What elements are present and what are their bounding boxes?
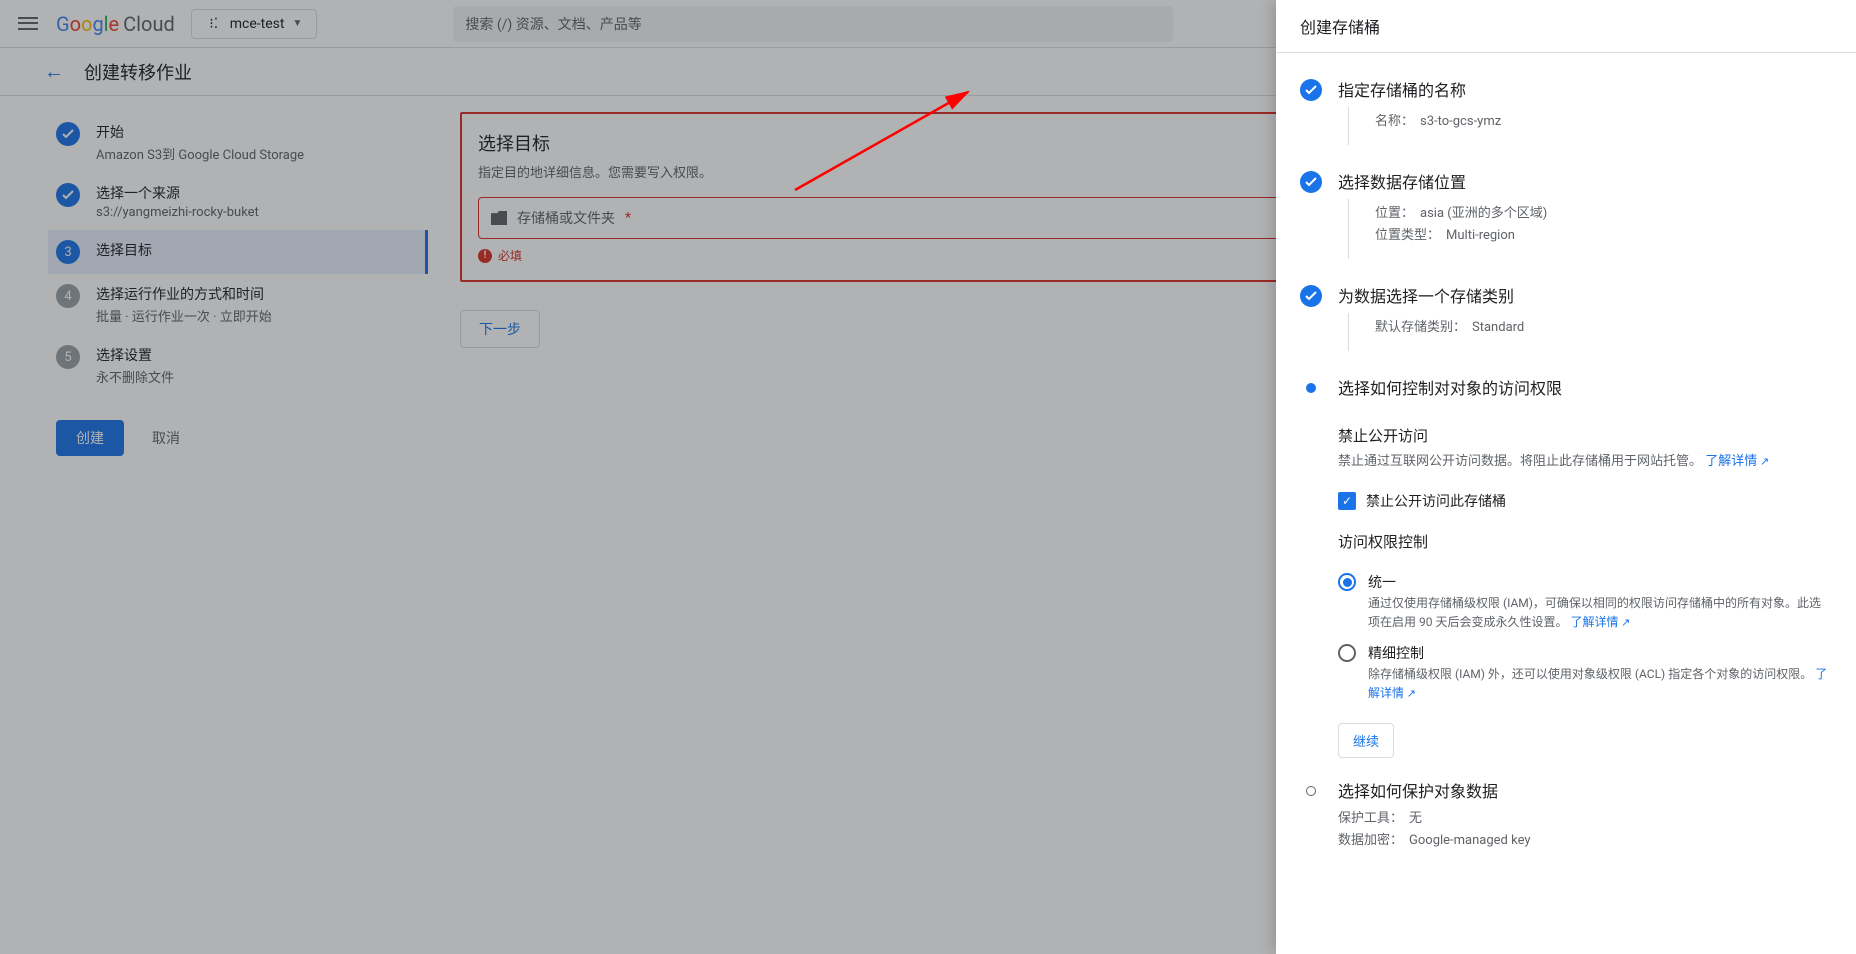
step-title: 选择设置 bbox=[96, 345, 412, 365]
drawer-step-title: 为数据选择一个存储类别 bbox=[1338, 283, 1832, 307]
step-source[interactable]: 选择一个来源 s3://yangmeizhi-rocky-buket bbox=[48, 173, 420, 230]
radio-selected-icon bbox=[1338, 573, 1356, 591]
error-text: 必填 bbox=[498, 247, 522, 264]
project-icon: ⁝⁚ bbox=[206, 16, 222, 32]
drawer-step-name[interactable]: 指定存储桶的名称 名称： s3-to-gcs-ymz bbox=[1300, 65, 1832, 157]
kv-value: s3-to-gcs-ymz bbox=[1420, 114, 1501, 129]
error-icon: ! bbox=[478, 249, 492, 263]
step-number: 5 bbox=[56, 345, 80, 369]
drawer-step-location[interactable]: 选择数据存储位置 位置： asia (亚洲的多个区域) 位置类型： Multi-re… bbox=[1300, 157, 1832, 271]
required-star: * bbox=[625, 210, 631, 226]
check-icon bbox=[56, 122, 80, 146]
kv-value: 无 bbox=[1409, 811, 1422, 826]
step-start[interactable]: 开始 Amazon S3到 Google Cloud Storage bbox=[48, 112, 420, 173]
kv-label: 位置类型： bbox=[1375, 228, 1440, 243]
kv-value: asia (亚洲的多个区域) bbox=[1420, 206, 1547, 221]
kv-value: Multi-region bbox=[1446, 228, 1515, 243]
create-button[interactable]: 创建 bbox=[56, 420, 124, 456]
drawer-step-title: 选择如何控制对对象的访问权限 bbox=[1338, 375, 1832, 399]
step-subtitle: 永不删除文件 bbox=[96, 367, 412, 386]
create-bucket-drawer: 创建存储桶 指定存储桶的名称 名称： s3-to-gcs-ymz 选择数据存储位置… bbox=[1276, 0, 1856, 954]
next-button[interactable]: 下一步 bbox=[460, 310, 540, 348]
folder-icon bbox=[491, 211, 507, 225]
back-arrow-icon[interactable]: ← bbox=[44, 59, 64, 84]
step-schedule[interactable]: 4 选择运行作业的方式和时间 批量 · 运行作业一次 · 立即开始 bbox=[48, 274, 420, 335]
check-icon bbox=[1300, 171, 1322, 193]
learn-more-link[interactable]: 了解详情 bbox=[1570, 615, 1630, 629]
radio-description: 通过仅使用存储桶级权限 (IAM)，可确保以相同的权限访问存储桶中的所有对象。此… bbox=[1368, 594, 1832, 632]
logo[interactable]: Google Cloud bbox=[56, 12, 175, 36]
step-title: 开始 bbox=[96, 122, 412, 142]
menu-icon[interactable] bbox=[16, 12, 40, 36]
drawer-step-title: 选择数据存储位置 bbox=[1338, 169, 1832, 193]
step-title: 选择一个来源 bbox=[96, 183, 412, 203]
kv-label: 保护工具： bbox=[1338, 811, 1403, 826]
radio-unselected-icon bbox=[1338, 644, 1356, 662]
step-number: 3 bbox=[56, 240, 80, 264]
checkbox-checked-icon: ✓ bbox=[1338, 492, 1356, 510]
pending-dot-icon bbox=[1306, 786, 1316, 796]
checkbox-label: 禁止公开访问此存储桶 bbox=[1366, 491, 1506, 511]
radio-label: 精细控制 bbox=[1368, 643, 1832, 663]
kv-label: 位置： bbox=[1375, 206, 1414, 221]
cancel-button[interactable]: 取消 bbox=[136, 420, 196, 456]
step-destination[interactable]: 3 选择目标 bbox=[48, 230, 428, 274]
drawer-step-protect[interactable]: 选择如何保护对象数据 保护工具： 无 数据加密： Google-managed ke… bbox=[1300, 766, 1832, 864]
subsection-title: 访问权限控制 bbox=[1338, 531, 1832, 552]
step-subtitle: Amazon S3到 Google Cloud Storage bbox=[96, 144, 412, 163]
prevent-public-access-checkbox[interactable]: ✓ 禁止公开访问此存储桶 bbox=[1300, 481, 1832, 527]
check-icon bbox=[1300, 285, 1322, 307]
kv-value: Standard bbox=[1472, 320, 1524, 335]
subsection-desc: 禁止通过互联网公开访问数据。将阻止此存储桶用于网站托管。 了解详情 bbox=[1338, 452, 1832, 473]
input-placeholder: 存储桶或文件夹 bbox=[517, 208, 615, 228]
radio-description: 除存储桶级权限 (IAM) 外，还可以使用对象级权限 (ACL) 指定各个对象的… bbox=[1368, 665, 1832, 703]
active-dot-icon bbox=[1306, 383, 1316, 393]
check-icon bbox=[56, 183, 80, 207]
continue-button[interactable]: 继续 bbox=[1338, 723, 1394, 758]
drawer-step-title: 指定存储桶的名称 bbox=[1338, 77, 1832, 101]
step-settings[interactable]: 5 选择设置 永不删除文件 bbox=[48, 335, 420, 396]
check-icon bbox=[1300, 79, 1322, 101]
kv-value: Google-managed key bbox=[1409, 833, 1531, 848]
kv-label: 名称： bbox=[1375, 114, 1414, 129]
step-title: 选择目标 bbox=[96, 240, 420, 260]
search-input[interactable]: 搜索 (/) 资源、文档、产品等 bbox=[453, 6, 1173, 42]
stepper-panel: 开始 Amazon S3到 Google Cloud Storage 选择一个来… bbox=[0, 96, 428, 472]
step-subtitle: s3://yangmeizhi-rocky-buket bbox=[96, 205, 412, 220]
step-number: 4 bbox=[56, 284, 80, 308]
kv-label: 默认存储类别： bbox=[1375, 320, 1466, 335]
drawer-step-class[interactable]: 为数据选择一个存储类别 默认存储类别： Standard bbox=[1300, 271, 1832, 363]
learn-more-link[interactable]: 了解详情 bbox=[1705, 454, 1769, 469]
page-title: 创建转移作业 bbox=[84, 59, 192, 85]
radio-finegrained[interactable]: 精细控制 除存储桶级权限 (IAM) 外，还可以使用对象级权限 (ACL) 指定… bbox=[1300, 637, 1832, 707]
step-title: 选择运行作业的方式和时间 bbox=[96, 284, 412, 304]
chevron-down-icon: ▼ bbox=[292, 18, 302, 29]
project-picker[interactable]: ⁝⁚ mce-test ▼ bbox=[191, 9, 318, 39]
kv-label: 数据加密： bbox=[1338, 833, 1403, 848]
drawer-step-title: 选择如何保护对象数据 bbox=[1338, 778, 1832, 802]
subsection-title: 禁止公开访问 bbox=[1338, 425, 1832, 446]
radio-uniform[interactable]: 统一 通过仅使用存储桶级权限 (IAM)，可确保以相同的权限访问存储桶中的所有对… bbox=[1300, 566, 1832, 636]
step-subtitle: 批量 · 运行作业一次 · 立即开始 bbox=[96, 306, 412, 325]
project-name: mce-test bbox=[230, 16, 285, 32]
drawer-step-access: 选择如何控制对对象的访问权限 bbox=[1300, 363, 1832, 417]
search-placeholder: 搜索 (/) 资源、文档、产品等 bbox=[465, 14, 641, 34]
radio-label: 统一 bbox=[1368, 572, 1832, 592]
drawer-title: 创建存储桶 bbox=[1276, 0, 1856, 53]
